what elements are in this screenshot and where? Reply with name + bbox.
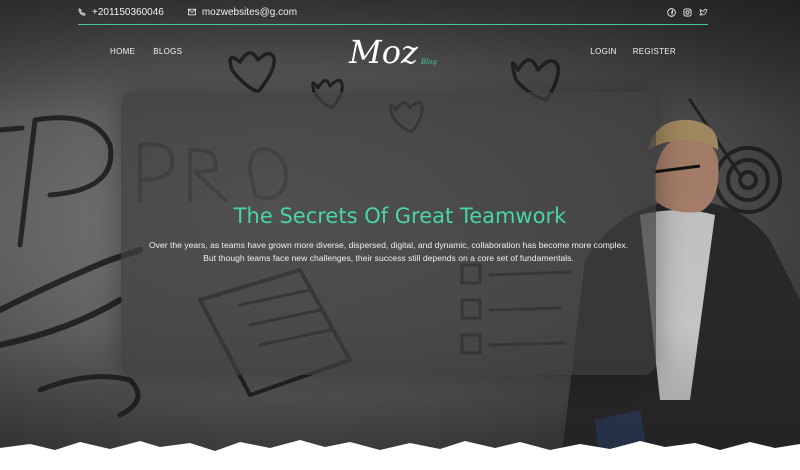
phone-contact[interactable]: +201150360046 [78,7,164,18]
nav-home[interactable]: HOME [110,47,135,56]
top-contact-bar: +201150360046 mozwebsites@g.com [78,0,708,25]
nav-register[interactable]: REGISTER [633,47,676,56]
nav-blogs[interactable]: BLOGS [153,47,182,56]
instagram-icon[interactable] [683,7,692,17]
auth-links: LOGIN REGISTER [574,47,676,56]
facebook-icon[interactable] [667,7,676,17]
email-contact[interactable]: mozwebsites@g.com [187,6,298,18]
hero-title: The Secrets Of Great Teamwork [233,204,567,228]
phone-icon [78,8,86,16]
social-links [667,7,708,17]
phone-number: +201150360046 [92,6,164,18]
logo-wordmark: Moz [349,33,418,71]
hero-card [121,92,656,375]
site-logo[interactable]: Moz Blog [349,28,437,68]
hero-description-line-2: But though teams face new challenges, th… [203,253,574,263]
hero-description: Over the years, as teams have grown more… [121,239,656,265]
hero-description-line-1: Over the years, as teams have grown more… [148,240,629,250]
logo-subtitle: Blog [420,58,437,66]
nav-login[interactable]: LOGIN [590,47,616,56]
email-address: mozwebsites@g.com [201,6,298,18]
torn-paper-edge [0,440,800,470]
mail-icon [187,8,196,16]
twitter-icon[interactable] [699,8,708,17]
